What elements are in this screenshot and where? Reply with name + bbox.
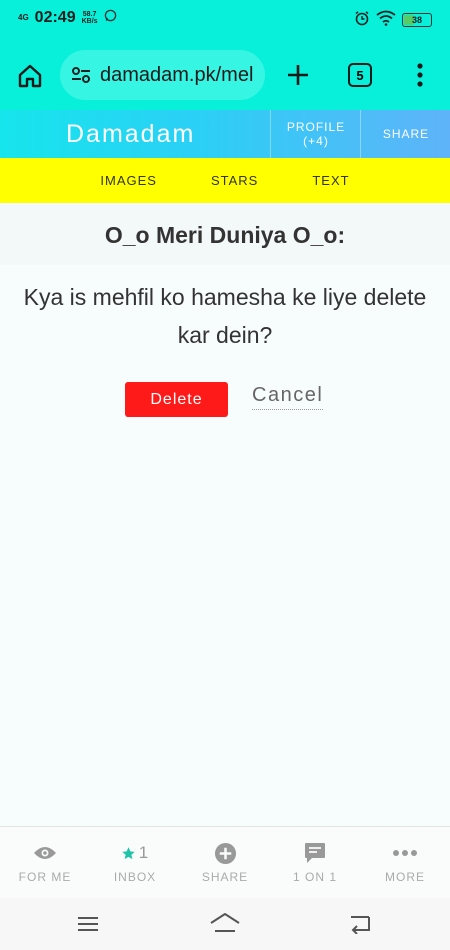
more-horiz-icon [392,842,418,864]
brand-logo[interactable]: Damadam [66,120,195,149]
status-left: 4G 02:49 58.7 KB/s [18,9,117,27]
whatsapp-icon [104,9,117,27]
speed-value: 58.7 [82,11,97,18]
status-right: 38 [354,10,432,29]
tabs-button[interactable]: 5 [345,60,375,90]
system-home-icon [210,913,240,932]
nav-more[interactable]: MORE [360,827,450,899]
more-vert-icon [417,63,423,87]
network-indicator: 4G [18,13,29,22]
share-label: SHARE [382,127,430,141]
subnav-images[interactable]: IMAGES [73,173,184,188]
url-text[interactable]: damadam.pk/mel [100,64,253,87]
sub-navigation: IMAGES STARS TEXT [0,158,450,203]
nav-share[interactable]: SHARE [180,827,270,899]
inbox-indicator: 1 [121,842,149,864]
browser-toolbar: damadam.pk/mel 5 [0,40,450,110]
cancel-button[interactable]: Cancel [252,384,324,410]
bottom-navigation: FOR ME 1 INBOX SHARE 1 ON 1 MORE [0,826,450,899]
clock: 02:49 [34,9,76,26]
subnav-text[interactable]: TEXT [285,173,376,188]
site-settings-icon[interactable] [70,64,92,86]
home-icon [18,64,42,88]
url-bar[interactable]: damadam.pk/mel [60,50,265,100]
nav-one-on-one[interactable]: 1 ON 1 [270,827,360,899]
delete-confirmation-question: Kya is mehfil ko hamesha ke liye delete … [23,284,427,348]
profile-label: PROFILE [286,120,346,134]
profile-button[interactable]: PROFILE (+4) [270,110,361,158]
battery-level: 38 [411,14,422,25]
share-header-button[interactable]: SHARE [360,110,450,158]
site-header: Damadam PROFILE (+4) SHARE [0,110,450,158]
wifi-icon [376,10,396,29]
nav-inbox-label: INBOX [113,870,157,884]
nav-for-me[interactable]: FOR ME [0,827,90,899]
star-icon [122,846,135,859]
data-speed: 58.7 KB/s [82,11,98,25]
nav-share-label: SHARE [201,870,249,884]
nav-more-label: MORE [385,870,425,884]
status-bar: 4G 02:49 58.7 KB/s 38 [0,0,450,40]
battery-icon: 38 [402,12,432,27]
home-button[interactable] [14,60,46,92]
profile-badge: (+4) [303,134,329,148]
menu-icon [78,917,98,931]
page-title: O_o Meri Duniya O_o: [0,205,450,265]
tab-count: 5 [348,63,372,87]
subnav-stars[interactable]: STARS [184,173,285,188]
speed-unit: KB/s [81,18,98,25]
back-icon [351,916,370,934]
nav-for-me-label: FOR ME [18,870,72,884]
alarm-icon [354,10,370,29]
add-circle-icon [214,842,237,864]
system-home-button[interactable] [208,910,242,936]
delete-button[interactable]: Delete [125,382,228,417]
new-tab-button[interactable] [283,60,313,90]
chat-icon [303,842,327,864]
browser-menu-button[interactable] [405,60,435,90]
system-navigation-bar [0,898,450,950]
recents-button[interactable] [75,912,101,936]
inbox-count: 1 [138,843,150,862]
nav-one-on-one-label: 1 ON 1 [292,870,337,884]
eye-icon [33,842,57,864]
nav-inbox[interactable]: 1 INBOX [90,827,180,899]
back-button[interactable] [348,912,374,936]
plus-icon [288,65,308,85]
